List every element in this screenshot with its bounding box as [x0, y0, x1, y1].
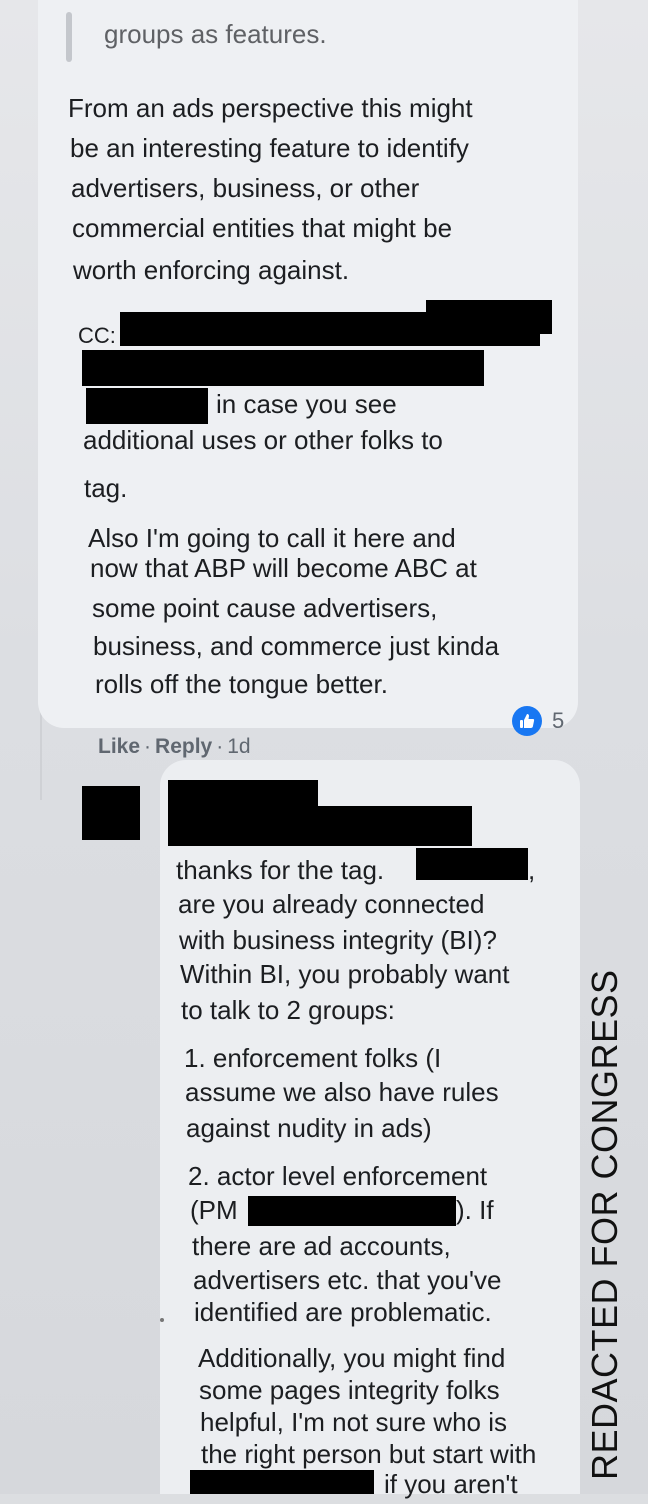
reply-text-line: (PM [190, 1195, 238, 1225]
thumbs-up-glyph [520, 714, 535, 728]
reply-text-line: against nudity in ads) [186, 1113, 432, 1143]
redaction-box [190, 1470, 374, 1494]
cc-tail-text: in case you see [216, 389, 397, 419]
quoted-text: groups as features. [104, 19, 327, 49]
comment-text-line: tag. [84, 473, 128, 503]
comment-text-line: business, and commerce just kinda [93, 631, 500, 661]
thumbs-up-icon[interactable] [512, 706, 542, 736]
stray-mark [160, 1318, 164, 1322]
like-button[interactable]: Like [98, 735, 140, 758]
reply-text-line: ). If [456, 1195, 494, 1225]
quote-bar [66, 12, 72, 62]
redaction-box [426, 300, 552, 334]
reply-text-line: identified are problematic. [194, 1297, 492, 1327]
reply-text-line: if you aren't [384, 1469, 518, 1499]
reply-button[interactable]: Reply [155, 735, 212, 758]
redacted-watermark: REDACTED FOR CONGRESS [584, 969, 625, 1480]
reply-text-line: Within BI, you probably want [180, 959, 510, 989]
avatar-redacted [82, 786, 140, 840]
comment-text-line: now that ABP will become ABC at [90, 553, 477, 583]
reply-text-line: assume we also have rules [185, 1077, 499, 1107]
redaction-box [416, 848, 528, 880]
comment-actions: Like · Reply · 1d [98, 732, 251, 762]
separator-dot: · [216, 735, 224, 758]
comment-text-line: worth enforcing against. [73, 255, 350, 285]
separator-dot: · [144, 735, 152, 758]
redaction-box [86, 388, 208, 424]
comment-text-line: be an interesting feature to identify [70, 133, 469, 163]
comment-text-line: rolls off the tongue better. [95, 669, 388, 699]
redaction-box [248, 1196, 456, 1226]
redaction-box [82, 350, 484, 386]
reply-text-line: are you already connected [178, 889, 485, 919]
redaction-box [168, 806, 472, 846]
comment-text-line: additional uses or other folks to [83, 425, 443, 455]
reply-text-line: to talk to 2 groups: [181, 995, 395, 1025]
comment-text-line: some point cause advertisers, [92, 593, 438, 623]
comment-text-line: From an ads perspective this might [68, 93, 473, 123]
comment-text-line: commercial entities that might be [72, 213, 453, 243]
comment-text-line: advertisers, business, or other [71, 173, 420, 203]
timestamp[interactable]: 1d [227, 735, 250, 758]
reaction-count[interactable]: 5 [552, 706, 564, 736]
reply-text-comma: , [528, 855, 536, 885]
